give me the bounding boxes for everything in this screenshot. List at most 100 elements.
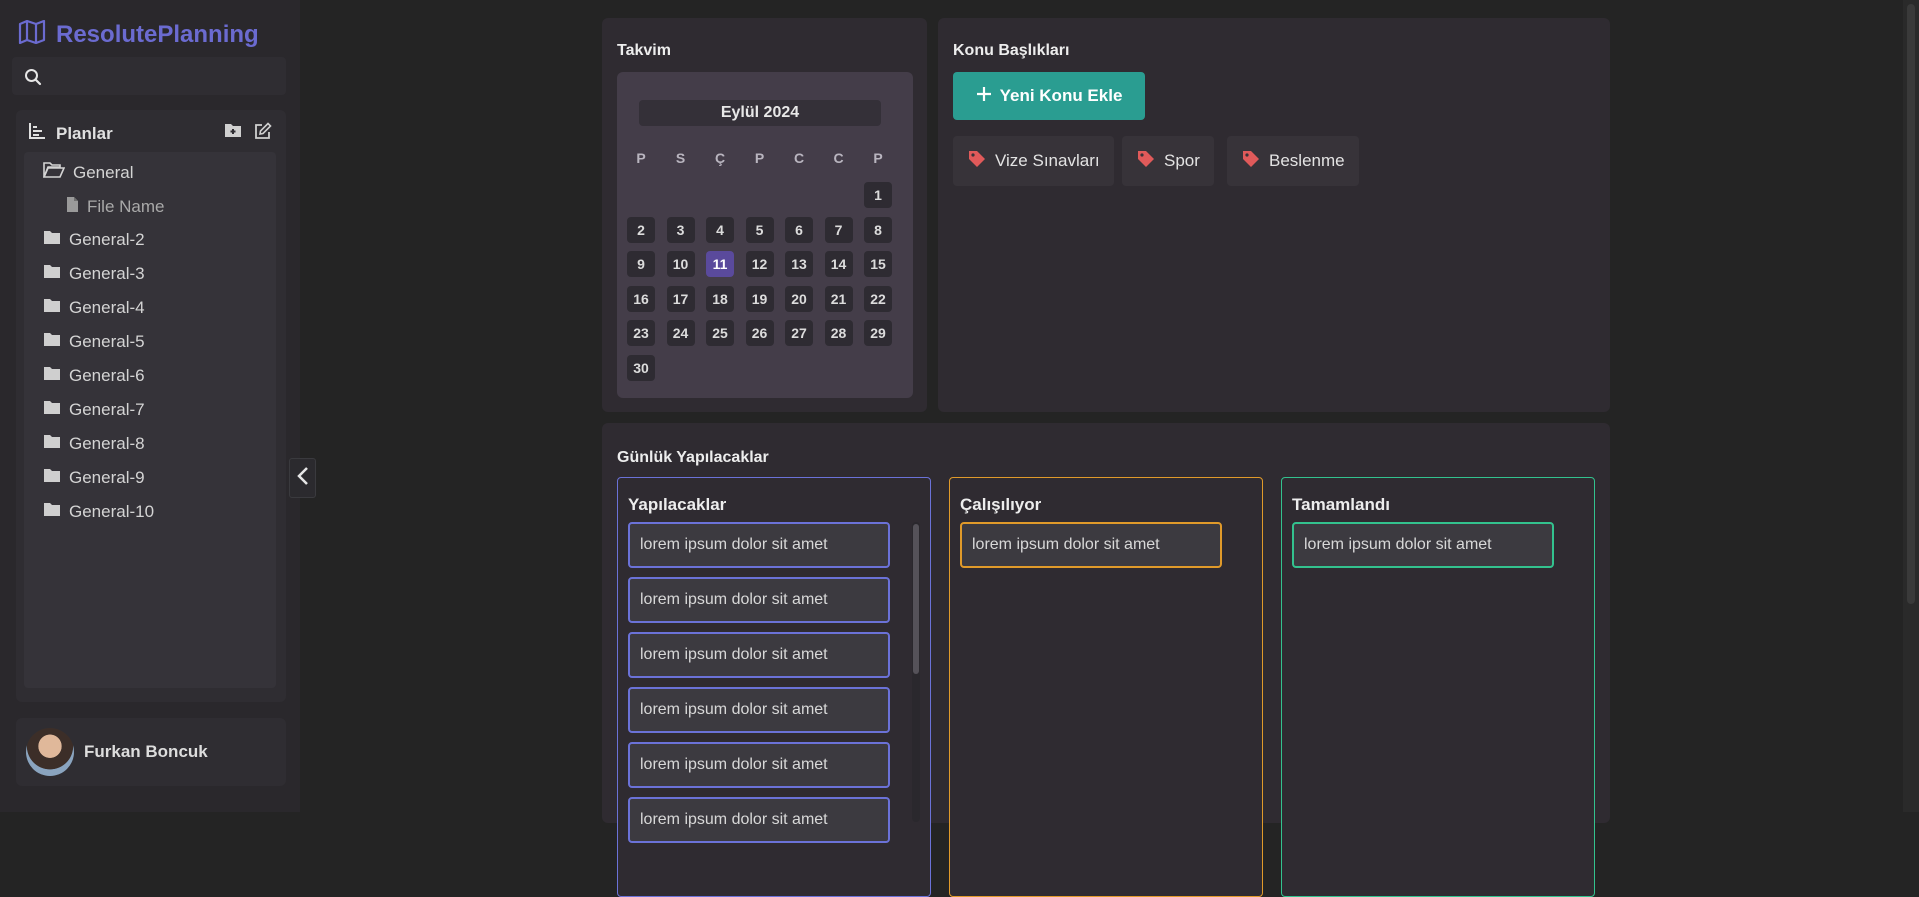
- column-scrollbar-thumb[interactable]: [913, 524, 919, 674]
- folder-item[interactable]: General-3: [43, 264, 145, 284]
- calendar-day[interactable]: 20: [785, 285, 813, 312]
- task-card[interactable]: lorem ipsum dolor sit amet: [628, 632, 890, 678]
- folder-item[interactable]: General-9: [43, 468, 145, 488]
- topic-tag[interactable]: Vize Sınavları: [953, 136, 1114, 186]
- edit-icon[interactable]: [254, 122, 272, 145]
- file-icon: [66, 196, 79, 218]
- page-scrollbar[interactable]: [1903, 0, 1919, 812]
- calendar-day-selected[interactable]: 11: [706, 251, 734, 277]
- topic-tag-label: Beslenme: [1269, 151, 1345, 170]
- weekday-label: P: [636, 150, 646, 166]
- calendar-day[interactable]: 18: [706, 285, 734, 312]
- calendar-day[interactable]: 26: [745, 320, 774, 346]
- tag-icon: [1241, 149, 1261, 174]
- task-card[interactable]: lorem ipsum dolor sit amet: [1292, 522, 1554, 568]
- calendar-day[interactable]: 16: [627, 285, 655, 312]
- column-scrollbar[interactable]: [912, 522, 920, 822]
- collapse-sidebar-button[interactable]: [289, 458, 316, 498]
- avatar: [26, 728, 74, 776]
- tree-item-label: General-9: [69, 468, 145, 487]
- page-scrollbar-thumb[interactable]: [1907, 4, 1915, 604]
- calendar-day[interactable]: 19: [745, 285, 774, 312]
- file-item[interactable]: File Name: [66, 196, 164, 218]
- calendar-day[interactable]: 17: [666, 285, 695, 312]
- calendar-day[interactable]: 13: [785, 251, 813, 277]
- brand[interactable]: ResolutePlanning: [18, 19, 259, 49]
- calendar-day[interactable]: 3: [666, 216, 695, 243]
- sidebar: ResolutePlanning Planlar General File Nam…: [0, 0, 300, 812]
- tag-icon: [1136, 149, 1156, 174]
- search-input[interactable]: [54, 63, 278, 91]
- weekday-label: Ç: [714, 150, 726, 166]
- chart-icon: [28, 122, 46, 145]
- calendar-day[interactable]: 10: [666, 251, 695, 277]
- calendar-day[interactable]: 22: [864, 285, 892, 312]
- weekday-label: C: [833, 150, 844, 166]
- task-card[interactable]: lorem ipsum dolor sit amet: [628, 742, 890, 788]
- calendar-day[interactable]: 1: [864, 182, 892, 208]
- topic-tag[interactable]: Spor: [1122, 136, 1214, 186]
- calendar-day[interactable]: 2: [627, 216, 655, 243]
- column-title: Yapılacaklar: [628, 495, 727, 514]
- folder-icon: [43, 400, 61, 420]
- folder-item[interactable]: General-7: [43, 400, 145, 420]
- weekday-label: P: [754, 150, 765, 166]
- calendar: Eylül 2024 P S Ç P C C P 1 2 3 4 5 6 7 8 9 10 11 12 13 14 15 1…: [617, 72, 913, 398]
- tree-item-label: File Name: [87, 197, 165, 216]
- calendar-day[interactable]: 24: [666, 320, 695, 346]
- user-card[interactable]: Furkan Boncuk: [16, 718, 286, 786]
- topic-tag-label: Spor: [1164, 151, 1200, 170]
- board-column: Yapılacaklar lorem ipsum dolor sit amet lo…: [617, 477, 931, 897]
- topic-tag-label: Vize Sınavları: [995, 151, 1100, 170]
- add-folder-icon[interactable]: [224, 122, 242, 145]
- brand-name: ResolutePlanning: [56, 20, 259, 48]
- folder-item[interactable]: General-8: [43, 434, 145, 454]
- folder-icon: [43, 230, 61, 250]
- plus-icon: [976, 86, 992, 107]
- calendar-day[interactable]: 9: [627, 251, 655, 277]
- topics-card: Konu Başlıkları Yeni Konu Ekle Vize Sına…: [938, 18, 1610, 412]
- calendar-day[interactable]: 25: [706, 320, 734, 346]
- folder-icon: [43, 264, 61, 284]
- calendar-day[interactable]: 5: [745, 216, 774, 243]
- tree-item-label: General-2: [69, 230, 145, 249]
- folder-item[interactable]: General-4: [43, 298, 145, 318]
- task-card[interactable]: lorem ipsum dolor sit amet: [628, 577, 890, 623]
- folder-item[interactable]: General-2: [43, 230, 145, 250]
- tree-item-label: General-10: [69, 502, 155, 521]
- folder-item[interactable]: General-10: [43, 502, 154, 522]
- calendar-day[interactable]: 8: [864, 216, 892, 243]
- folder-item[interactable]: General-6: [43, 366, 145, 386]
- search-box[interactable]: [12, 57, 286, 95]
- calendar-day[interactable]: 21: [824, 285, 853, 312]
- chevron-left-icon: [296, 466, 310, 491]
- task-card[interactable]: lorem ipsum dolor sit amet: [628, 522, 890, 568]
- folder-item[interactable]: General: [42, 162, 134, 183]
- calendar-day[interactable]: 6: [785, 216, 813, 243]
- folder-icon: [43, 434, 61, 454]
- task-card[interactable]: lorem ipsum dolor sit amet: [960, 522, 1222, 568]
- calendar-day[interactable]: 14: [824, 251, 853, 277]
- calendar-day[interactable]: 12: [745, 251, 774, 277]
- topic-tag[interactable]: Beslenme: [1227, 136, 1359, 186]
- calendar-day[interactable]: 4: [706, 216, 734, 243]
- calendar-day[interactable]: 29: [864, 320, 892, 346]
- folder-item[interactable]: General-5: [43, 332, 145, 352]
- calendar-day[interactable]: 23: [627, 320, 655, 346]
- folder-icon: [43, 502, 61, 522]
- tag-icon: [967, 149, 987, 174]
- calendar-day[interactable]: 27: [785, 320, 813, 346]
- tree-item-label: General: [73, 162, 134, 182]
- calendar-month[interactable]: Eylül 2024: [639, 100, 881, 126]
- calendar-day[interactable]: 7: [824, 216, 853, 243]
- tree-item-label: General-4: [69, 298, 145, 317]
- add-topic-button[interactable]: Yeni Konu Ekle: [953, 72, 1145, 120]
- tree-item-label: General-5: [69, 332, 145, 351]
- calendar-day[interactable]: 15: [864, 251, 892, 277]
- calendar-day[interactable]: 28: [824, 320, 853, 346]
- folder-icon: [43, 298, 61, 318]
- task-card[interactable]: lorem ipsum dolor sit amet: [628, 797, 890, 843]
- calendar-day[interactable]: 30: [627, 354, 655, 381]
- board-card: Günlük Yapılacaklar Yapılacaklar lorem ip…: [602, 423, 1610, 897]
- task-card[interactable]: lorem ipsum dolor sit amet: [628, 687, 890, 733]
